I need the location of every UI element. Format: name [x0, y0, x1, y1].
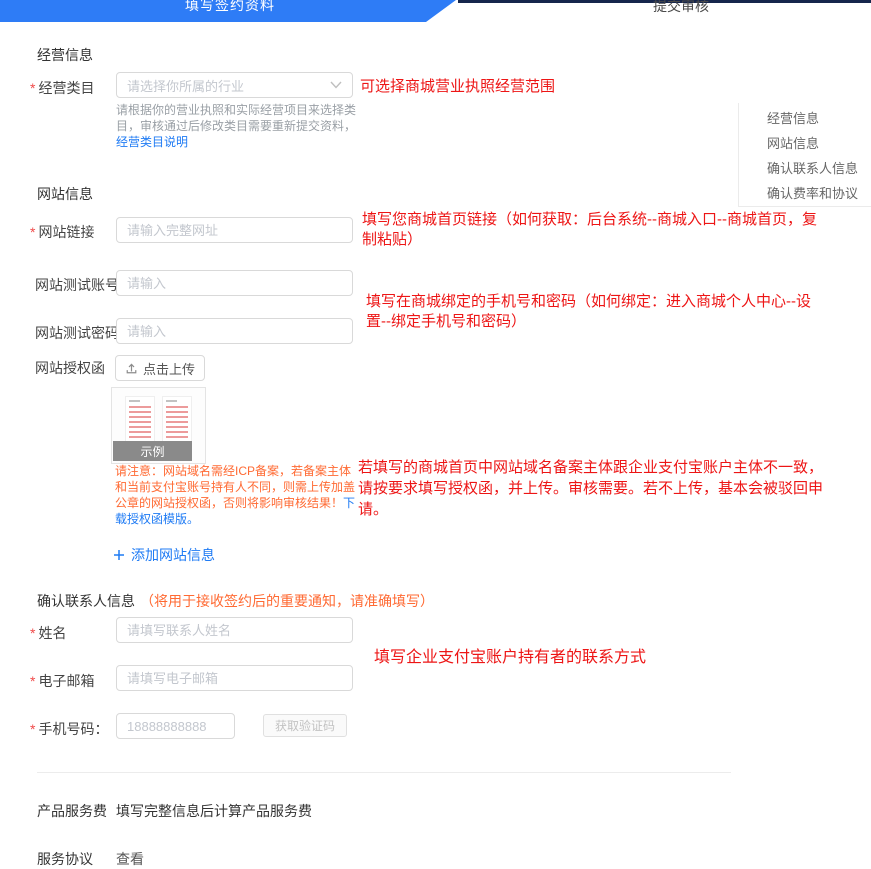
test-account-input[interactable]	[116, 270, 353, 296]
category-select[interactable]: 请选择你所属的行业	[116, 72, 353, 98]
chevron-down-icon	[330, 81, 342, 89]
field-label-auth-letter: 网站授权函	[35, 358, 105, 378]
nav-item-contact-info[interactable]: 确认联系人信息	[767, 156, 871, 181]
contact-title-text: 确认联系人信息	[37, 593, 135, 609]
field-label-name: *姓名	[30, 623, 66, 643]
get-verification-code-button[interactable]: 获取验证码	[263, 714, 347, 737]
nav-item-rate-agreement[interactable]: 确认费率和协议	[767, 181, 871, 206]
test-password-input[interactable]	[116, 318, 353, 344]
contact-name-input[interactable]	[116, 617, 353, 643]
upload-button[interactable]: 点击上传	[115, 355, 205, 381]
annotation-contact: 填写企业支付宝账户持有者的联系方式	[374, 648, 646, 668]
annotation-website-url: 填写您商城首页链接（如何获取：后台系统--商城入口--商城首页，复 制粘贴）	[362, 210, 817, 250]
agreement-view-link[interactable]: 查看	[116, 849, 144, 869]
website-url-input[interactable]	[116, 217, 353, 243]
icp-warning: 请注意：网站域名需经ICP备案，若备案主体和当前支付宝账号持有人不同，则需上传加…	[115, 463, 361, 527]
agreement-label: 服务协议	[37, 849, 93, 869]
contact-phone-input[interactable]	[116, 713, 235, 739]
annotation-auth-letter: 若填写的商城首页中网站域名备案主体跟企业支付宝账户主体不一致， 请按要求填写授权…	[358, 457, 823, 520]
sample-tag: 示例	[113, 441, 192, 461]
required-mark: *	[30, 625, 35, 641]
tab-fill-contract-info-label: 填写签约资料	[185, 0, 275, 15]
required-mark: *	[30, 721, 35, 737]
upload-icon	[125, 362, 138, 375]
field-label-test-account: 网站测试账号	[35, 275, 119, 295]
field-label-website-url-text: 网站链接	[38, 224, 94, 240]
fee-value: 填写完整信息后计算产品服务费	[116, 801, 312, 821]
plus-icon	[113, 549, 125, 561]
anchor-nav: 经营信息 网站信息 确认联系人信息 确认费率和协议	[738, 103, 871, 207]
nav-item-website-info[interactable]: 网站信息	[767, 131, 871, 156]
field-label-category-text: 经营类目	[38, 80, 94, 96]
annotation-test-credentials: 填写在商城绑定的手机号和密码（如何绑定：进入商城个人中心--设 置--绑定手机号…	[366, 292, 811, 332]
section-title-website: 网站信息	[37, 184, 93, 204]
field-label-test-password: 网站测试密码	[35, 323, 119, 343]
field-label-phone: *手机号码：	[30, 719, 108, 739]
required-mark: *	[30, 224, 35, 240]
add-website-link[interactable]: 添加网站信息	[113, 545, 215, 565]
fee-label: 产品服务费	[37, 801, 107, 821]
nav-item-business-info[interactable]: 经营信息	[767, 106, 871, 131]
category-help: 请根据你的营业执照和实际经营项目来选择类目，审核通过后修改类目需要重新提交资料，…	[116, 102, 356, 150]
icp-warning-text: 请注意：网站域名需经ICP备案，若备案主体和当前支付宝账号持有人不同，则需上传加…	[115, 464, 355, 510]
add-website-link-label: 添加网站信息	[131, 545, 215, 565]
required-mark: *	[30, 673, 35, 689]
field-label-name-text: 姓名	[38, 625, 66, 641]
field-label-website-url: *网站链接	[30, 222, 94, 242]
category-select-placeholder: 请选择你所属的行业	[127, 76, 244, 95]
contact-subtitle: （将用于接收签约后的重要通知，请准确填写）	[140, 593, 434, 609]
section-title-contact: 确认联系人信息 （将用于接收签约后的重要通知，请准确填写）	[37, 591, 434, 611]
field-label-category: *经营类目	[30, 78, 94, 98]
category-help-text: 请根据你的营业执照和实际经营项目来选择类目，审核通过后修改类目需要重新提交资料，	[116, 103, 356, 133]
tab-fill-contract-info[interactable]: 填写签约资料	[0, 0, 456, 22]
required-mark: *	[30, 80, 35, 96]
contact-email-input[interactable]	[116, 665, 353, 691]
auth-letter-sample-image[interactable]: 示例	[111, 387, 206, 464]
category-help-link[interactable]: 经营类目说明	[116, 135, 188, 149]
field-label-phone-text: 手机号码：	[38, 721, 108, 737]
upload-button-label: 点击上传	[143, 359, 195, 378]
field-label-email-text: 电子邮箱	[38, 673, 94, 689]
tab-submit-review[interactable]: 提交审核	[653, 0, 709, 16]
annotation-category: 可选择商城营业执照经营范围	[360, 77, 555, 97]
divider	[37, 772, 731, 773]
section-title-business: 经营信息	[37, 45, 93, 65]
field-label-email: *电子邮箱	[30, 671, 94, 691]
